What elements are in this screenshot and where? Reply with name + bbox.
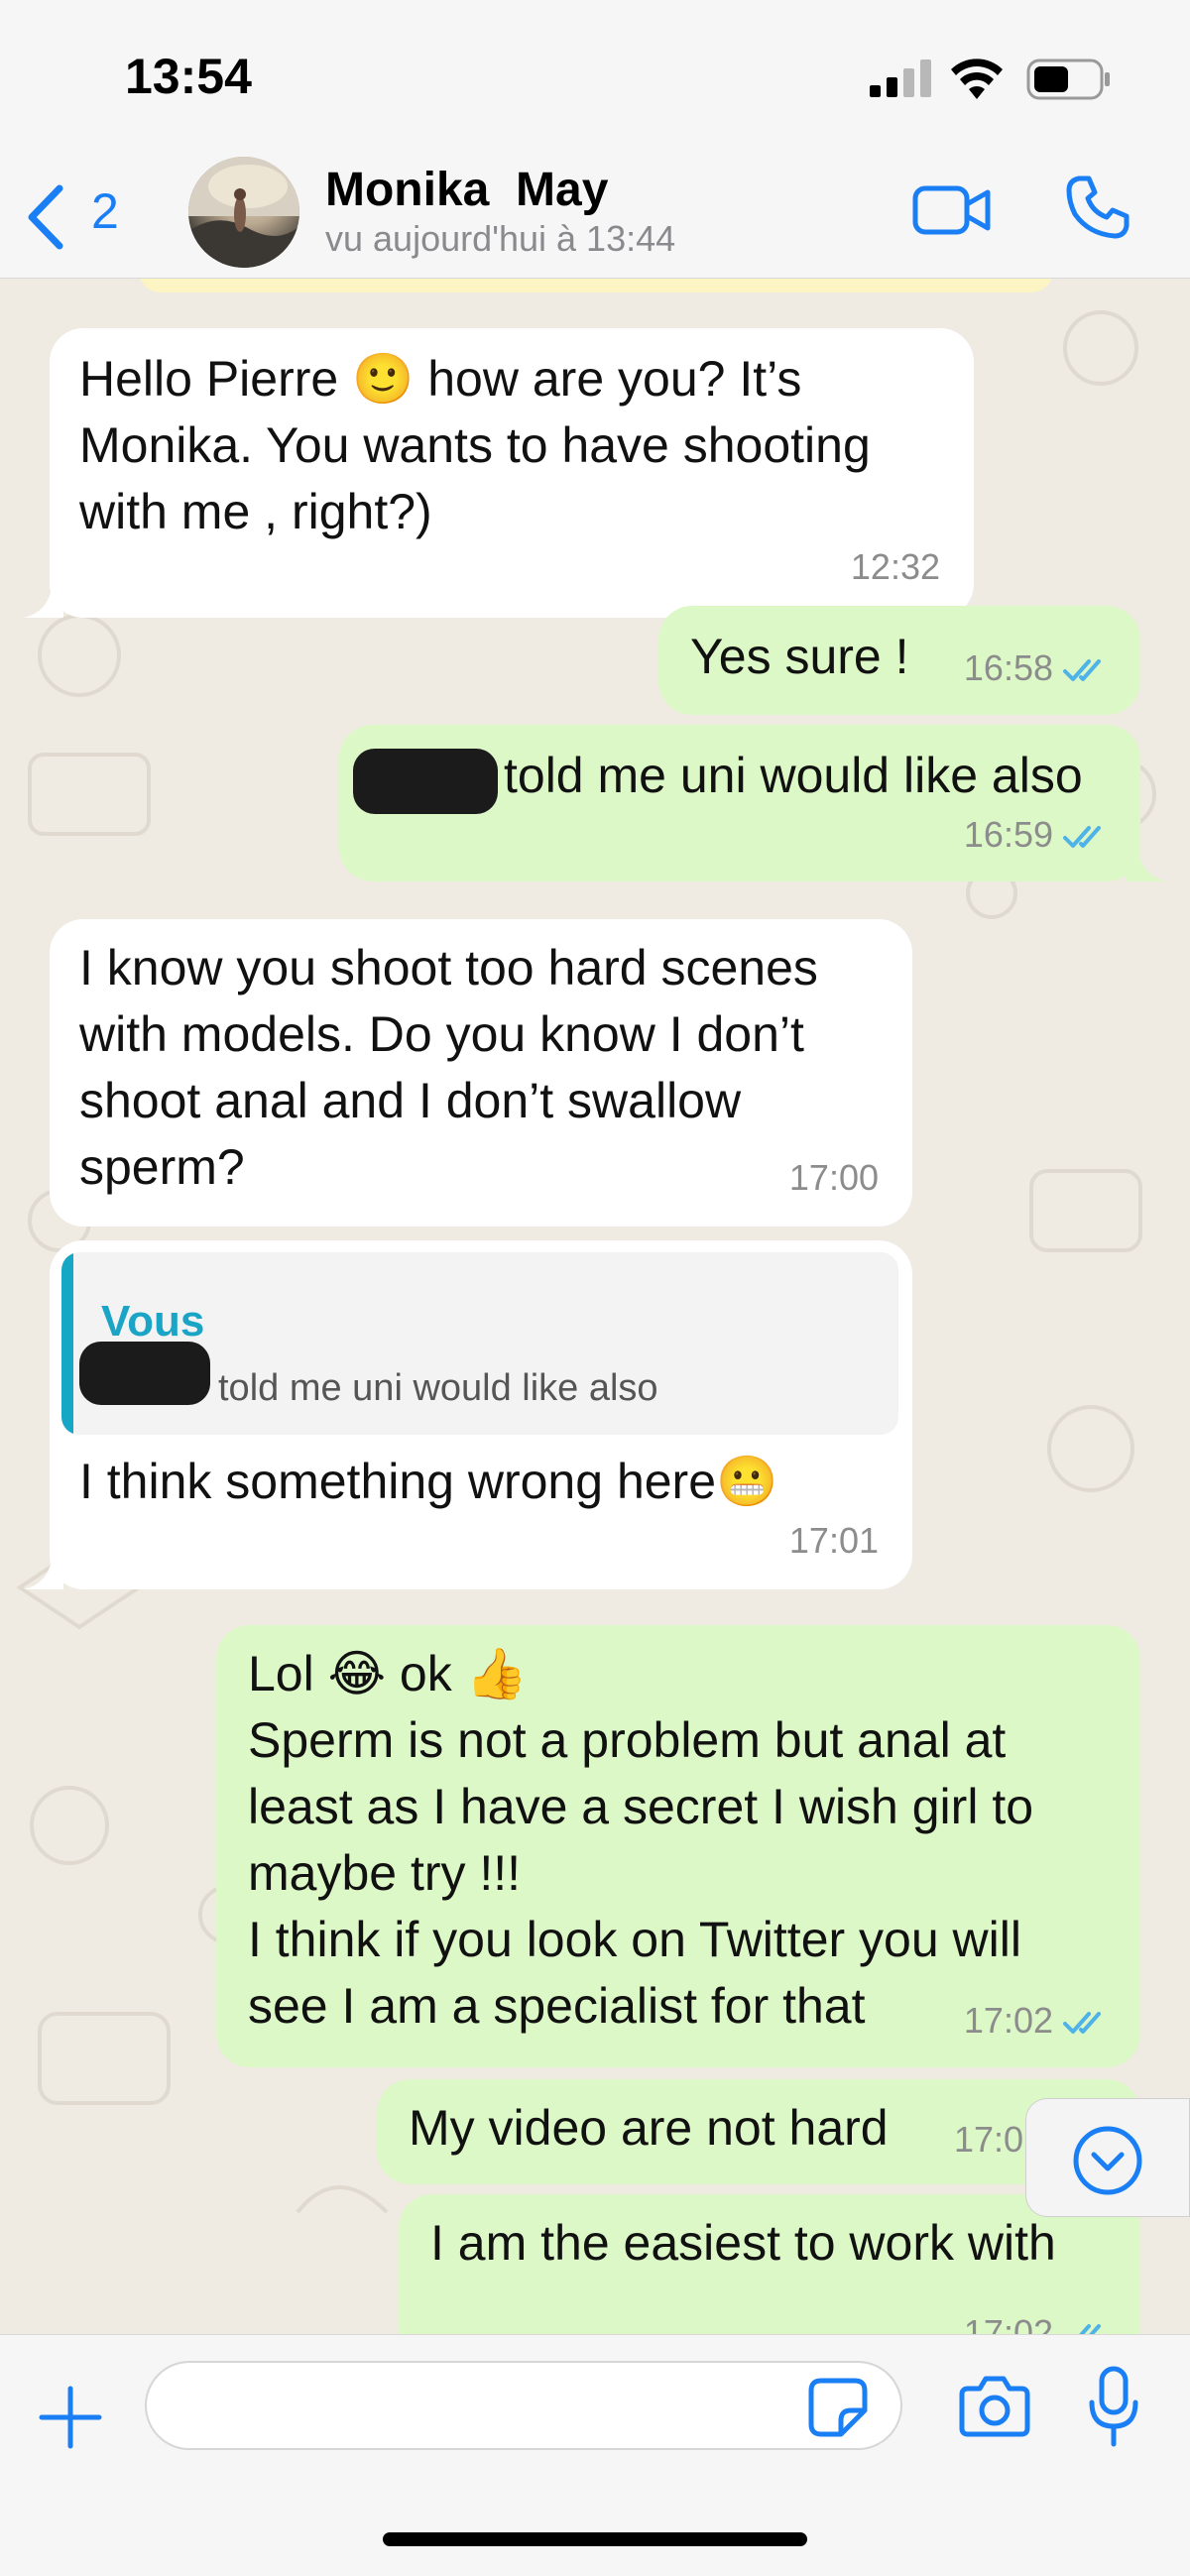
status-time: 13:54 [125, 49, 252, 104]
message-text: I know you shoot too hard scenes with mo… [79, 940, 818, 1195]
incoming-message[interactable]: Vous told me uni would like also I think… [24, 1240, 912, 1589]
unread-chats-count[interactable]: 2 [91, 182, 119, 240]
wifi-icon [951, 59, 1003, 99]
quoted-reply[interactable]: Vous told me uni would like also [61, 1252, 898, 1435]
redacted-text [79, 1342, 210, 1405]
message-meta: 16:58 [964, 635, 1113, 701]
read-ticks-icon [1063, 826, 1101, 849]
camera-icon[interactable] [958, 2371, 1031, 2440]
bubble-tail [24, 1560, 63, 1589]
message-text: Lol 😂 ok 👍 Sperm is not a problem but an… [248, 1646, 1034, 2034]
contact-avatar[interactable] [188, 157, 299, 268]
home-indicator[interactable] [383, 2532, 807, 2546]
phone-icon[interactable] [1065, 175, 1130, 240]
message-text: Hello Pierre 🙂 how are you? It’s Monika.… [79, 351, 871, 539]
chat-area[interactable]: Hello Pierre 🙂 how are you? It’s Monika.… [0, 279, 1190, 2334]
sticker-icon[interactable] [807, 2377, 869, 2438]
outgoing-message[interactable]: told me uni would like also 16:59 [339, 725, 1166, 881]
outgoing-message[interactable]: I am the easiest to work with 17:02 [399, 2194, 1140, 2334]
contact-name[interactable]: Monika May [325, 163, 608, 217]
video-call-icon[interactable] [912, 180, 992, 240]
back-chevron-icon[interactable] [24, 182, 67, 252]
outgoing-message[interactable]: Lol 😂 ok 👍 Sperm is not a problem but an… [216, 1625, 1140, 2067]
quoted-text: told me uni would like also [218, 1367, 658, 1409]
read-ticks-icon [1063, 2012, 1101, 2035]
message-time: 16:58 [963, 647, 1053, 688]
previous-message-edge [139, 279, 1053, 293]
message-meta: 16:59 [964, 801, 1113, 868]
redacted-text [353, 749, 498, 814]
message-time: 12:32 [850, 546, 940, 587]
scroll-to-bottom-button[interactable] [1025, 2098, 1190, 2217]
contact-last-seen: vu aujourd'hui à 13:44 [325, 218, 676, 259]
chevron-down-icon [1073, 2126, 1142, 2195]
read-ticks-icon [1079, 2324, 1101, 2334]
message-time: 17:02 [963, 2312, 1053, 2334]
message-time: 17:0 [954, 2119, 1024, 2160]
message-text: I am the easiest to work with [430, 2215, 1056, 2271]
message-text: told me uni would like also [504, 748, 1083, 803]
status-bar: 13:54 [0, 0, 1190, 159]
message-text: Yes sure ! [690, 629, 909, 684]
battery-icon [1026, 59, 1110, 100]
cellular-signal-icon [870, 59, 931, 97]
message-time: 16:59 [963, 814, 1053, 855]
message-meta: 17:02 [964, 2299, 1113, 2334]
quoted-reply-bar [61, 1252, 73, 1435]
chat-header: 2 Monika May vu aujourd'hui à 13:44 [0, 157, 1190, 279]
message-meta: 17:02 [964, 1987, 1113, 2053]
message-time: 17:00 [788, 1157, 879, 1198]
message-time: 17:01 [788, 1520, 879, 1561]
message-text: I think something wrong here😬 [79, 1454, 778, 1509]
read-ticks-icon [1063, 659, 1101, 682]
message-input[interactable] [145, 2361, 902, 2450]
bubble-tail [24, 588, 63, 618]
incoming-message[interactable]: Hello Pierre 🙂 how are you? It’s Monika.… [24, 328, 974, 618]
message-text: My video are not hard [409, 2100, 889, 2156]
message-time: 17:02 [963, 2000, 1053, 2041]
outgoing-message[interactable]: Yes sure ! 16:58 [658, 606, 1140, 715]
bubble-tail [1127, 852, 1166, 881]
incoming-message[interactable]: I know you shoot too hard scenes with mo… [50, 919, 912, 1227]
plus-icon[interactable] [36, 2383, 105, 2452]
microphone-icon[interactable] [1087, 2365, 1140, 2448]
